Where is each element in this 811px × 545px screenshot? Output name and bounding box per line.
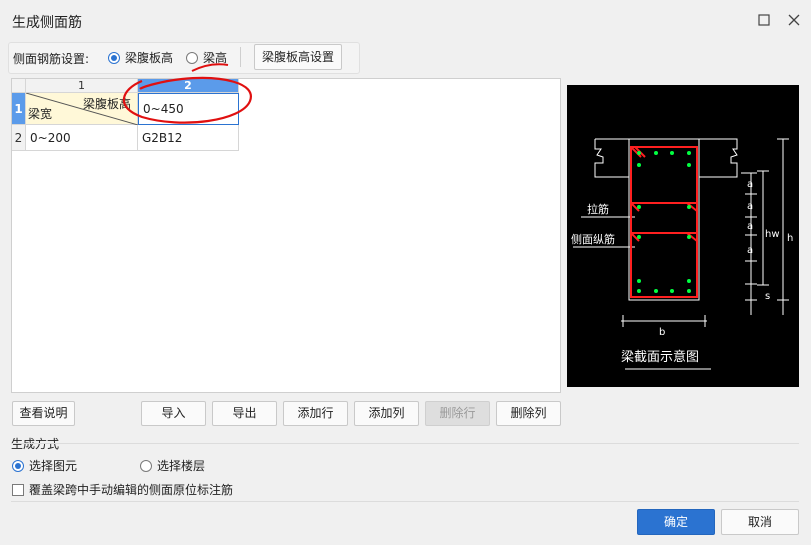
radio-select-floor[interactable]: 选择楼层 bbox=[140, 457, 205, 474]
dim-a-1: a bbox=[747, 179, 753, 190]
radio-dot bbox=[12, 459, 24, 472]
overwrite-checkbox-label: 覆盖梁跨中手动编辑的侧面原位标注筋 bbox=[29, 483, 234, 497]
side-rebar-setting-label: 侧面钢筋设置: bbox=[13, 52, 90, 66]
rebar-dots bbox=[637, 151, 691, 293]
close-button[interactable] bbox=[784, 10, 804, 30]
dim-a-2: a bbox=[747, 201, 753, 212]
radio-dot bbox=[140, 459, 152, 472]
delete-row-button[interactable]: 删除行 bbox=[425, 401, 490, 426]
row-header-1[interactable]: 1 bbox=[12, 93, 26, 125]
dim-a-3: a bbox=[747, 221, 753, 232]
delete-column-button[interactable]: 删除列 bbox=[496, 401, 561, 426]
row-header-2[interactable]: 2 bbox=[12, 125, 26, 151]
dim-b: b bbox=[659, 327, 665, 338]
checkbox-box bbox=[12, 483, 24, 496]
beam-section-diagram: a a a a hw h s b 拉筋 侧面纵筋 梁截面示意图 bbox=[567, 85, 799, 387]
ok-button[interactable]: 确定 bbox=[637, 509, 715, 535]
view-notes-button[interactable]: 查看说明 bbox=[12, 401, 75, 426]
grid-corner bbox=[12, 79, 26, 93]
dim-h: h bbox=[787, 233, 793, 244]
close-icon bbox=[788, 14, 800, 26]
radio-select-floor-label: 选择楼层 bbox=[157, 459, 206, 473]
label-side-bar: 侧面纵筋 bbox=[571, 232, 615, 246]
rebar-grid[interactable]: 1 2 1 2 梁腹板高 梁宽 0~450 0~200 G2B12 bbox=[11, 63, 561, 393]
corner-bottom-label: 梁宽 bbox=[28, 107, 53, 121]
dim-hw: hw bbox=[765, 229, 780, 240]
web-height-setting-button[interactable]: 梁腹板高设置 bbox=[254, 44, 342, 70]
radio-select-element[interactable]: 选择图元 bbox=[12, 457, 77, 474]
dim-s: s bbox=[765, 291, 770, 302]
maximize-button[interactable] bbox=[754, 10, 774, 30]
overwrite-checkbox[interactable]: 覆盖梁跨中手动编辑的侧面原位标注筋 bbox=[12, 481, 233, 498]
radio-select-element-label: 选择图元 bbox=[29, 459, 78, 473]
add-column-button[interactable]: 添加列 bbox=[354, 401, 419, 426]
label-tie: 拉筋 bbox=[587, 202, 609, 216]
square-icon bbox=[758, 14, 770, 26]
cancel-button[interactable]: 取消 bbox=[721, 509, 799, 535]
footer-divider bbox=[11, 501, 799, 502]
diagram-caption: 梁截面示意图 bbox=[621, 349, 699, 365]
export-button[interactable]: 导出 bbox=[212, 401, 277, 426]
section-divider bbox=[11, 443, 799, 444]
window-title: 生成侧面筋 bbox=[12, 15, 82, 31]
import-button[interactable]: 导入 bbox=[141, 401, 206, 426]
beam-section-svg: a a a a hw h s b 拉筋 侧面纵筋 梁截面示意图 bbox=[571, 138, 793, 370]
annotation-circle bbox=[122, 63, 252, 124]
add-row-button[interactable]: 添加行 bbox=[283, 401, 348, 426]
title-bar bbox=[0, 0, 811, 40]
dim-a-4: a bbox=[747, 245, 753, 256]
